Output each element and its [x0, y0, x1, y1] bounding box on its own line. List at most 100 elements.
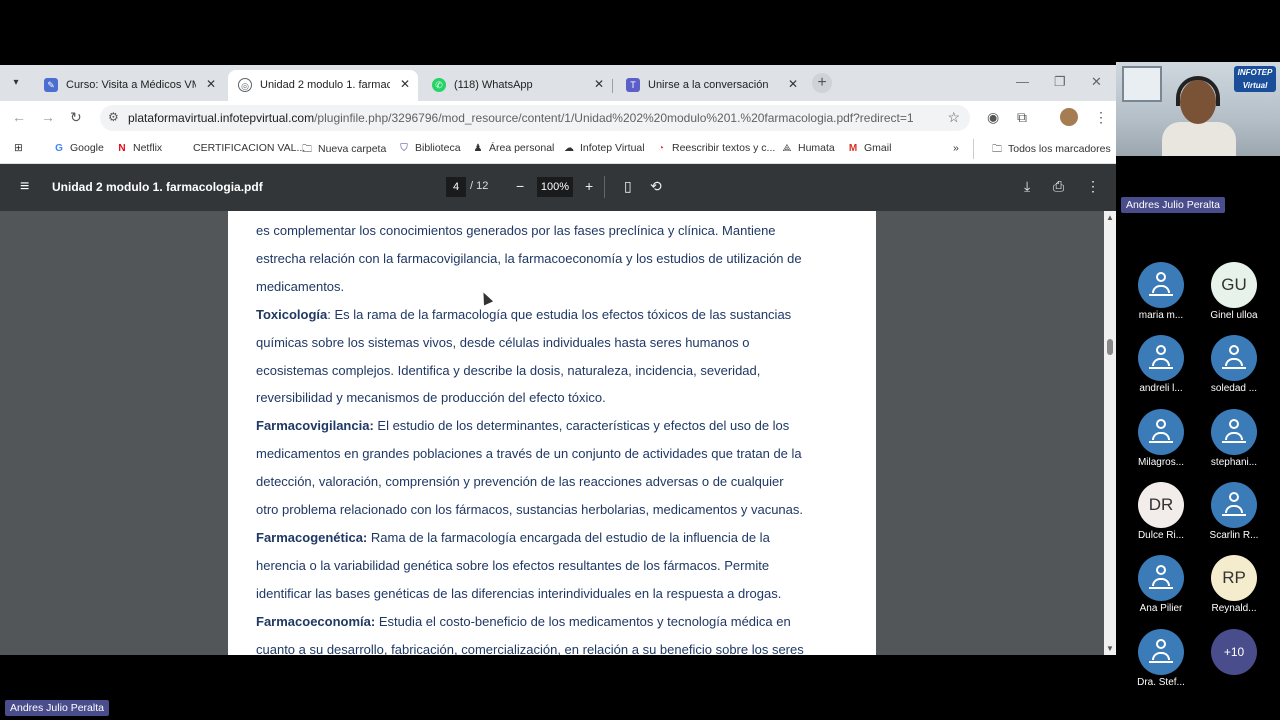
bookmark-google[interactable]: G Google [53, 142, 104, 154]
pdf-more-icon[interactable]: ⋮ [1086, 178, 1100, 195]
bookmark-humata[interactable]: ⟁ Humata [781, 142, 835, 154]
pdf-viewport[interactable]: es complementar los conocimientos genera… [0, 211, 1116, 655]
zoom-level-input[interactable]: 100% [537, 177, 573, 197]
fit-page-icon[interactable]: ▯ [624, 178, 632, 195]
bookmark-nueva-carpeta[interactable]: 🗀 Nueva carpeta [301, 142, 386, 159]
participant-tile[interactable]: DR Dulce Ri... [1127, 481, 1197, 544]
vpn-extension-icon[interactable]: ◉ [987, 109, 999, 126]
all-bookmarks-folder[interactable]: 🗀 Todos los marcadores [991, 142, 1111, 159]
teams-icon: T [626, 78, 640, 92]
close-window-icon[interactable]: ✕ [1091, 74, 1102, 90]
tab-separator [612, 79, 613, 93]
participant-tile[interactable]: andreli l... [1127, 335, 1197, 397]
participant-tile[interactable]: maria m... [1127, 262, 1197, 324]
new-tab-button[interactable]: + [812, 73, 832, 93]
bookmark-biblioteca[interactable]: ⛉ Biblioteca [398, 142, 460, 154]
zoom-in-icon[interactable]: + [585, 178, 593, 194]
participant-tile[interactable]: Dra. Stef... [1127, 628, 1197, 691]
scroll-down-icon[interactable]: ▼ [1106, 644, 1114, 653]
more-participants-button[interactable]: +10 [1211, 629, 1257, 675]
participant-name: maria m... [1138, 310, 1184, 321]
participant-initials-avatar: DR [1138, 481, 1184, 528]
participant-tile[interactable]: RP Reynald... [1200, 555, 1270, 617]
toolbar-divider [604, 176, 605, 198]
participant-tile[interactable]: Milagros... [1127, 408, 1197, 471]
participant-name: Scarlin R... [1209, 529, 1259, 541]
restore-icon[interactable]: ❐ [1054, 74, 1066, 90]
back-icon[interactable]: ← [12, 109, 26, 125]
close-tab-icon[interactable]: ✕ [788, 77, 798, 91]
browser-menu-icon[interactable]: ⋮ [1094, 109, 1108, 126]
profile-avatar[interactable] [1060, 108, 1078, 126]
print-icon[interactable]: ⎙ [1053, 178, 1064, 195]
pdf-line-text: herencia o la variabilidad genética sobr… [256, 557, 770, 573]
page-total: / 12 [470, 180, 489, 192]
close-tab-icon[interactable]: ✕ [594, 77, 604, 91]
participant-tile[interactable]: GU Ginel ulloa [1200, 262, 1270, 324]
bookmark-reescribir[interactable]: ◔ Reescribir textos y c... [655, 142, 775, 154]
page-number-input[interactable]: 4 [446, 177, 466, 197]
pdf-toolbar: ≡ Unidad 2 modulo 1. farmacologia.pdf 4 … [0, 164, 1116, 211]
tab-unidad-pdf[interactable]: ◎ Unidad 2 modulo 1. farmacolog ✕ [228, 70, 418, 101]
zoom-out-icon[interactable]: − [516, 178, 524, 194]
tab-teams[interactable]: T Unirse a la conversación ✕ [616, 70, 806, 101]
rotate-icon[interactable]: ⟲ [650, 178, 662, 195]
tab-search-chevron-icon[interactable]: ▾ [6, 73, 26, 93]
pdf-term: Toxicología [256, 306, 328, 322]
site-info-icon[interactable]: ⚙ [108, 110, 119, 124]
extensions-puzzle-icon[interactable]: ⧉ [1017, 109, 1027, 126]
pdf-text-line: Farmacogenética: Rama de la farmacología… [256, 530, 770, 545]
forward-icon[interactable]: → [41, 109, 55, 125]
pdf-text-line: herencia o la variabilidad genética sobr… [256, 558, 769, 573]
infotep-icon: ☁ [564, 143, 574, 154]
minimize-icon[interactable]: — [1016, 74, 1029, 89]
tab-curso[interactable]: ✎ Curso: Visita a Médicos VM 25- ✕ [34, 70, 224, 101]
close-tab-icon[interactable]: ✕ [206, 77, 216, 91]
bookmark-star-icon[interactable]: ☆ [947, 109, 960, 126]
pdf-line-text: : Es la rama de la farmacología que estu… [327, 306, 792, 322]
reload-icon[interactable]: ↻ [70, 109, 82, 126]
apps-grid-icon[interactable]: ⊞ [14, 142, 23, 154]
pdf-text-line: cuanto a su desarrollo, fabricación, com… [256, 642, 804, 656]
bookmark-certificacion[interactable]: CERTIFICACION VAL... [193, 142, 305, 154]
scrollbar-thumb[interactable] [1107, 339, 1113, 355]
close-tab-icon[interactable]: ✕ [400, 77, 410, 91]
address-bar[interactable]: ⚙ plataformavirtual.infotepvirtual.com/p… [100, 105, 970, 131]
pdf-sidebar-menu-icon[interactable]: ≡ [20, 178, 29, 196]
presenter-name-tag: Andres Julio Peralta [1121, 197, 1225, 213]
netflix-icon: N [118, 143, 126, 154]
participant-tile[interactable]: Ana Pilier [1127, 555, 1197, 617]
pdf-line-text: Rama de la farmacología encargada del es… [367, 529, 770, 545]
participant-name: Ginel ulloa [1210, 310, 1258, 321]
pdf-text-line: medicamentos en grandes poblaciones a tr… [256, 446, 802, 461]
pdf-term: Farmacoeconomía: [256, 613, 376, 629]
scroll-up-icon[interactable]: ▲ [1106, 213, 1114, 222]
pdf-text-line: ecosistemas complejos. Identifica y desc… [256, 363, 760, 378]
pdf-scrollbar[interactable]: ▲ ▼ [1104, 211, 1116, 655]
pdf-line-text: reversibilidad y mecanismos de producció… [256, 390, 606, 406]
tab-whatsapp[interactable]: ✆ (118) WhatsApp ✕ [422, 70, 612, 101]
bookmark-area-personal[interactable]: ♟ Área personal [472, 142, 555, 154]
pdf-text-line: Toxicología: Es la rama de la farmacolog… [256, 307, 791, 322]
bookmark-gmail[interactable]: M Gmail [847, 142, 892, 154]
moodle-icon: ✎ [44, 78, 58, 92]
pdf-line-text: El estudio de los determinantes, caracte… [373, 418, 790, 434]
participant-tile[interactable]: Scarlin R... [1200, 481, 1270, 544]
bookmarks-overflow-button[interactable]: » [953, 142, 959, 154]
bookmark-infotep-virtual[interactable]: ☁ Infotep Virtual [563, 142, 645, 154]
download-icon[interactable]: ⤓ [1024, 178, 1030, 195]
participant-tile[interactable]: soledad ... [1200, 335, 1270, 397]
browser-window: ▾ ✎ Curso: Visita a Médicos VM 25- ✕ ◎ U… [0, 65, 1116, 655]
pdf-page: es complementar los conocimientos genera… [228, 211, 876, 655]
pdf-line-text: químicas sobre los sistemas vivos, desde… [256, 334, 750, 350]
bookmark-netflix[interactable]: N Netflix [116, 142, 162, 154]
user-avatar-icon [1211, 408, 1257, 455]
participant-tile[interactable]: stephani... [1200, 408, 1270, 471]
bookmarks-bar: ⊞ G Google N Netflix CERTIFICACION VAL... … [0, 135, 1116, 164]
pdf-line-text: ecosistemas complejos. Identifica y desc… [256, 362, 761, 378]
participant-name: Ana Pilier [1139, 603, 1183, 615]
globe-icon: ◎ [238, 78, 252, 92]
pdf-text-line: Farmacoeconomía: Estudia el costo-benefi… [256, 614, 791, 629]
user-avatar-icon [1138, 408, 1184, 455]
presenter-video: INFOTEP Virtual [1116, 62, 1280, 156]
